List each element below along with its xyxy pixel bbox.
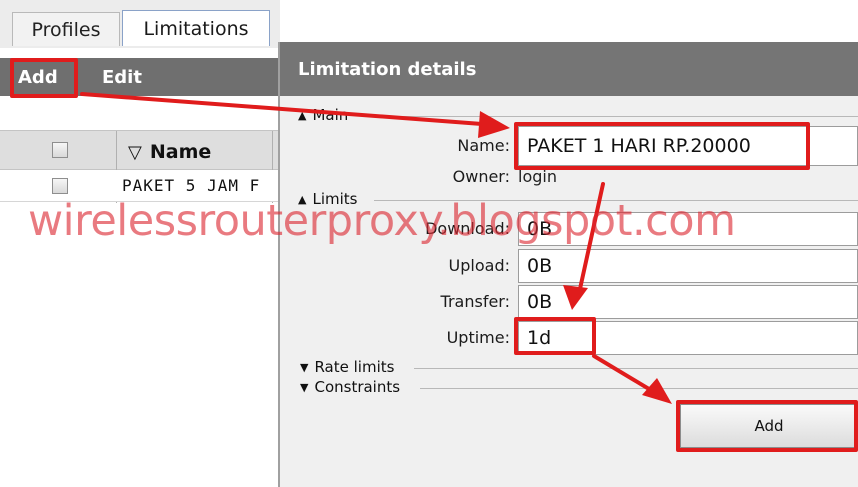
arrow-uptime-to-add [592, 354, 656, 394]
arrow-add-to-name [80, 92, 484, 126]
arrow-head-icon [642, 378, 672, 404]
arrow-head-icon [478, 111, 510, 138]
watermark-text: wirelessrouterproxy.blogspot.com [28, 196, 736, 246]
arrow-head-icon [563, 285, 588, 310]
